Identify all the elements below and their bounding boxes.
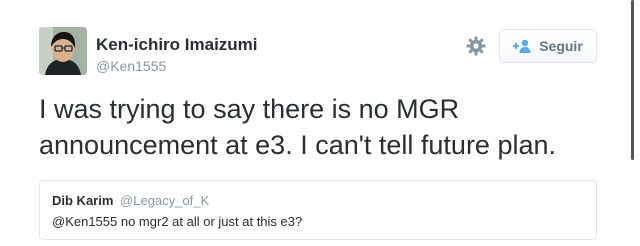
gear-icon[interactable] [466,36,486,56]
quoted-tweet[interactable]: Dib Karim @Legacy_of_K @Ken1555 no mgr2 … [39,180,597,240]
avatar[interactable] [39,27,87,75]
add-user-icon [513,39,531,53]
quoted-tweet-author-handle: @Legacy_of_K [120,193,210,208]
follow-button[interactable]: Seguir [499,29,597,63]
follow-button-label: Seguir [539,38,583,54]
author-handle[interactable]: @Ken1555 [96,58,166,74]
avatar-photo-icon [39,27,87,75]
tweet-card: Ken-ichiro Imaizumi @Ken1555 Seguir I wa… [0,0,640,246]
scrollbar-thumb[interactable] [631,0,634,160]
quoted-tweet-author-name: Dib Karim [52,193,114,208]
tweet-text: I was trying to say there is no MGR anno… [39,94,556,160]
author-display-name[interactable]: Ken-ichiro Imaizumi [96,35,258,55]
scrollbar[interactable] [624,0,640,246]
quoted-tweet-text: @Ken1555 no mgr2 at all or just at this … [52,214,303,229]
quoted-tweet-header: Dib Karim @Legacy_of_K [52,193,209,208]
